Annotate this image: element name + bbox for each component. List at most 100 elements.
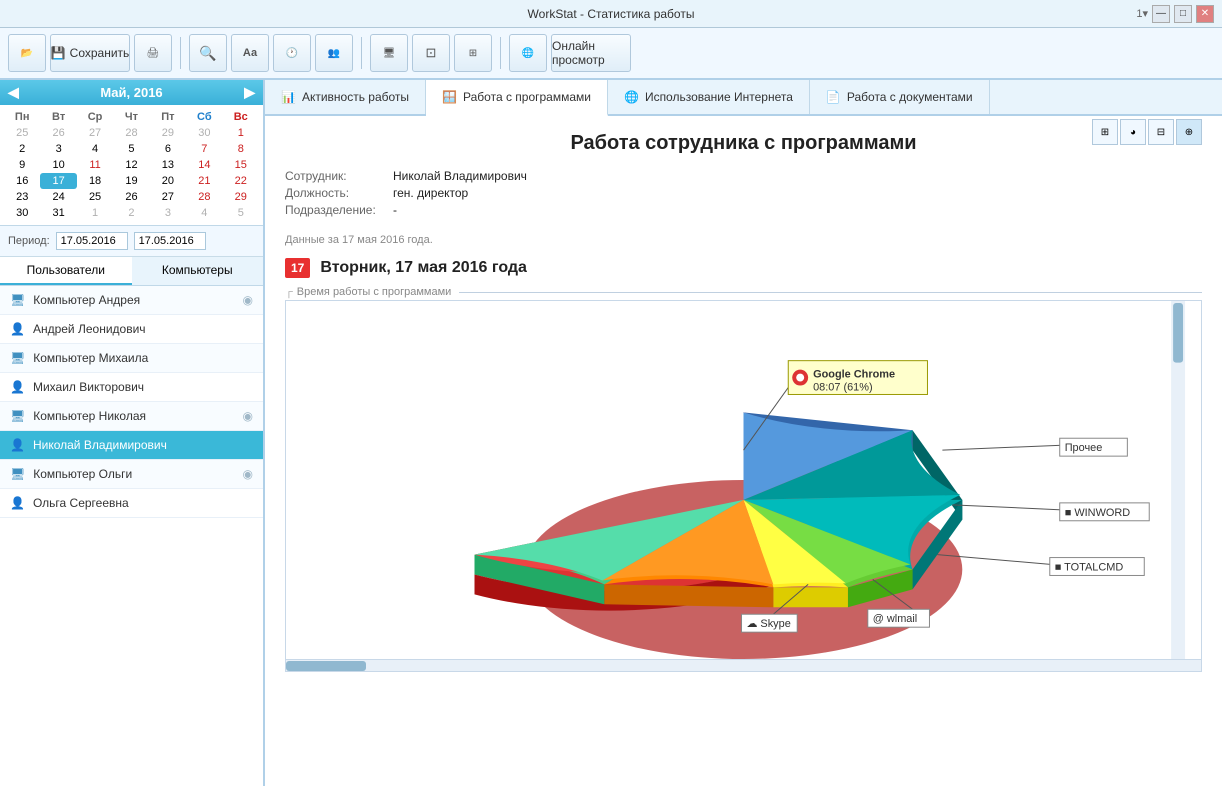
cal-day[interactable]: 12 — [113, 157, 149, 173]
cal-day[interactable]: 27 — [77, 125, 113, 141]
horizontal-scrollbar[interactable] — [285, 660, 1202, 672]
table-view-button[interactable]: ⊞ — [1092, 119, 1118, 145]
search-button[interactable]: 🔍 — [189, 34, 227, 72]
cal-day[interactable]: 8 — [223, 141, 259, 157]
cal-day[interactable]: 1 — [77, 205, 113, 221]
cal-day[interactable]: 24 — [40, 189, 76, 205]
cal-day[interactable]: 29 — [223, 189, 259, 205]
cal-week-3: 9 10 11 12 13 14 15 — [4, 157, 259, 173]
search-icon: 🔍 — [199, 45, 216, 62]
list-item-comp-olga[interactable]: 🖥 Компьютер Ольги ◉ — [0, 460, 263, 489]
grid-view-button[interactable]: ⊟ — [1148, 119, 1174, 145]
cal-day[interactable]: 27 — [150, 189, 186, 205]
cal-day[interactable]: 22 — [223, 173, 259, 189]
page-title: Работа сотрудника с программами — [285, 132, 1202, 155]
cal-day[interactable]: 5 — [113, 141, 149, 157]
close-button[interactable]: ✕ — [1196, 5, 1214, 23]
list-item-user-olga[interactable]: 👤 Ольга Сергеевна — [0, 489, 263, 518]
cal-day[interactable]: 2 — [113, 205, 149, 221]
cal-day[interactable]: 29 — [150, 125, 186, 141]
svg-text:Google Chrome: Google Chrome — [813, 369, 895, 381]
period-from-input[interactable] — [56, 232, 128, 250]
prev-month-button[interactable]: ◀ — [8, 84, 19, 101]
list-item-user-mikhail[interactable]: 👤 Михаил Викторович — [0, 373, 263, 402]
list-item-comp-nikolay[interactable]: 🖥 Компьютер Николая ◉ — [0, 402, 263, 431]
weekday-tue: Вт — [40, 109, 76, 125]
cal-day[interactable]: 3 — [150, 205, 186, 221]
minimize-button[interactable]: — — [1152, 5, 1170, 23]
toolbar: 📂 💾 Сохранить 🖨 🔍 Аа 🕐 👥 🖥 ⊡ ⊞ 🌐 Онлайн … — [0, 28, 1222, 80]
tab-activity[interactable]: 📊 Активность работы — [265, 80, 426, 114]
tab-programs[interactable]: 🪟 Работа с программами — [426, 80, 608, 116]
cal-day[interactable]: 25 — [77, 189, 113, 205]
table-button[interactable]: ⊞ — [454, 34, 492, 72]
save-button[interactable]: 💾 Сохранить — [50, 34, 130, 72]
separator-3 — [500, 37, 501, 69]
cal-day[interactable]: 3 — [40, 141, 76, 157]
computer-icon: 🖥 — [10, 467, 25, 481]
cal-day[interactable]: 26 — [40, 125, 76, 141]
cal-day[interactable]: 6 — [150, 141, 186, 157]
list-item-comp-mikhail[interactable]: 🖥 Компьютер Михаила — [0, 344, 263, 373]
monitor-button[interactable]: 🖥 — [370, 34, 408, 72]
cal-day[interactable]: 13 — [150, 157, 186, 173]
cal-day-today[interactable]: 17 — [40, 173, 76, 189]
cal-day[interactable]: 15 — [223, 157, 259, 173]
cal-day[interactable]: 11 — [77, 157, 113, 173]
cal-day[interactable]: 9 — [4, 157, 40, 173]
network-button[interactable]: ⊡ — [412, 34, 450, 72]
cal-day[interactable]: 14 — [186, 157, 222, 173]
open-button[interactable]: 📂 — [8, 34, 46, 72]
window-controls[interactable]: 1▾ — □ ✕ — [1136, 5, 1214, 23]
cal-day[interactable]: 18 — [77, 173, 113, 189]
tab-users[interactable]: Пользователи — [0, 257, 132, 285]
cal-day[interactable]: 5 — [223, 205, 259, 221]
left-panel: ◀ Май, 2016 ▶ Пн Вт Ср Чт Пт Сб Вс 25 26 — [0, 80, 265, 786]
cal-day[interactable]: 7 — [186, 141, 222, 157]
cal-day[interactable]: 30 — [4, 205, 40, 221]
cal-week-1: 25 26 27 28 29 30 1 — [4, 125, 259, 141]
list-item-comp-andrey[interactable]: 🖥 Компьютер Андрея ◉ — [0, 286, 263, 315]
next-month-button[interactable]: ▶ — [244, 84, 255, 101]
scrollbar-thumb[interactable] — [286, 661, 366, 671]
svg-text:■ TOTALCMD: ■ TOTALCMD — [1055, 561, 1124, 573]
cal-day[interactable]: 31 — [40, 205, 76, 221]
list-view-button[interactable]: ⊕ — [1176, 119, 1202, 145]
print-button[interactable]: 🖨 — [134, 34, 172, 72]
doc-icon: 📄 — [826, 90, 841, 104]
cal-day[interactable]: 30 — [186, 125, 222, 141]
clock-button[interactable]: 🕐 — [273, 34, 311, 72]
employee-row: Сотрудник: Николай Владимирович — [285, 169, 527, 183]
period-to-input[interactable] — [134, 232, 206, 250]
cal-day[interactable]: 26 — [113, 189, 149, 205]
cal-day[interactable]: 28 — [113, 125, 149, 141]
cal-day[interactable]: 16 — [4, 173, 40, 189]
pie-view-button[interactable]: ◕ — [1120, 119, 1146, 145]
users-button[interactable]: 👥 — [315, 34, 353, 72]
cal-day[interactable]: 20 — [150, 173, 186, 189]
maximize-button[interactable]: □ — [1174, 5, 1192, 23]
tab-docs[interactable]: 📄 Работа с документами — [810, 80, 990, 114]
position-label: Должность: — [285, 186, 385, 200]
online-button[interactable]: Онлайн просмотр — [551, 34, 631, 72]
cal-day[interactable]: 25 — [4, 125, 40, 141]
cal-week-4: 16 17 18 19 20 21 22 — [4, 173, 259, 189]
cal-day[interactable]: 4 — [77, 141, 113, 157]
cal-day[interactable]: 1 — [223, 125, 259, 141]
cal-day[interactable]: 28 — [186, 189, 222, 205]
tab-computers[interactable]: Компьютеры — [132, 257, 264, 285]
tab-internet[interactable]: 🌐 Использование Интернета — [608, 80, 810, 114]
list-item-user-nikolay[interactable]: 👤 Николай Владимирович — [0, 431, 263, 460]
cal-day[interactable]: 21 — [186, 173, 222, 189]
font-button[interactable]: Аа — [231, 34, 269, 72]
cal-day[interactable]: 2 — [4, 141, 40, 157]
cal-day[interactable]: 19 — [113, 173, 149, 189]
cal-day[interactable]: 4 — [186, 205, 222, 221]
cal-day[interactable]: 23 — [4, 189, 40, 205]
cal-day[interactable]: 10 — [40, 157, 76, 173]
computer-icon: 🖥 — [10, 409, 25, 423]
list-item-user-andrey[interactable]: 👤 Андрей Леонидович — [0, 315, 263, 344]
expand-icon: ◉ — [243, 293, 253, 307]
globe-button[interactable]: 🌐 — [509, 34, 547, 72]
font-icon: Аа — [243, 47, 257, 59]
